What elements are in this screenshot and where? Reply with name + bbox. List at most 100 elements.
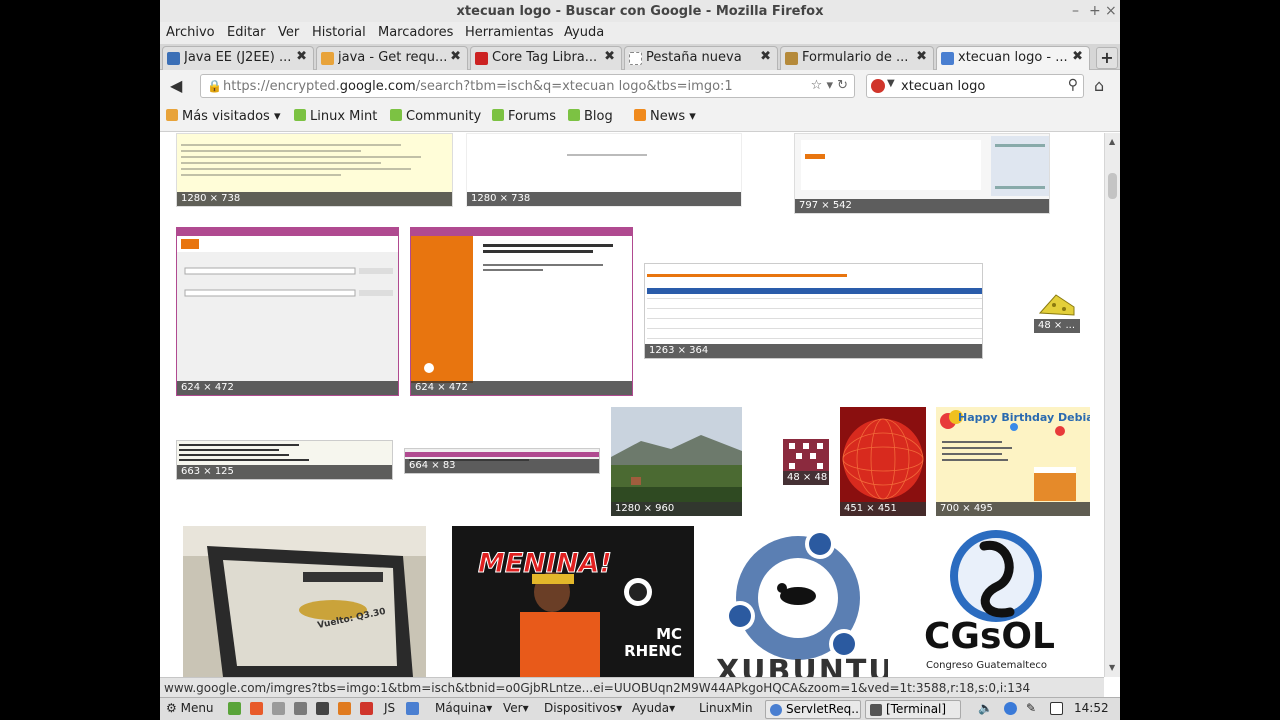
search-icon[interactable]: ⚲	[1068, 77, 1078, 93]
battery-icon[interactable]	[1050, 702, 1063, 715]
launcher-icon[interactable]	[360, 702, 373, 715]
home-icon[interactable]: ⌂	[1094, 76, 1104, 95]
pen-icon[interactable]	[406, 702, 419, 715]
task-servlet-request[interactable]: ServletReq...	[765, 700, 861, 719]
tab-java-ee[interactable]: Java EE (J2EE) ... ✖	[162, 46, 314, 70]
image-result[interactable]: 48 × 48	[783, 439, 829, 485]
bookmark-linux-mint[interactable]: Linux Mint	[294, 109, 377, 124]
menu-archivo[interactable]: Archivo	[166, 25, 215, 40]
title-bar: xtecuan logo - Buscar con Google - Mozil…	[160, 0, 1120, 24]
image-result[interactable]: MENINA! MC RHENC	[452, 526, 694, 677]
red-sphere-image	[842, 418, 924, 500]
network-icon[interactable]: ✎	[1026, 701, 1036, 715]
task-linuxmint[interactable]: LinuxMin	[699, 701, 753, 715]
menu-ayuda[interactable]: Ayuda	[564, 25, 604, 40]
back-arrow-icon[interactable]: ◀	[170, 76, 182, 95]
webpage-preview	[801, 136, 1049, 196]
chevron-down-icon[interactable]: ▼	[887, 78, 895, 89]
image-result[interactable]: 48 × ...	[1034, 289, 1080, 333]
scroll-up-icon[interactable]: ▲	[1109, 137, 1115, 146]
google-engine-icon[interactable]	[871, 79, 885, 93]
app-icon	[770, 704, 782, 716]
firefox-icon[interactable]	[338, 702, 351, 715]
tab-label: Pestaña nueva	[646, 50, 742, 65]
scroll-down-icon[interactable]: ▼	[1109, 663, 1115, 672]
tab-java-get-request[interactable]: java - Get requ... ✖	[316, 46, 468, 70]
tab-favicon-icon	[785, 52, 798, 65]
bookmark-forums[interactable]: Forums	[492, 109, 556, 124]
image-result[interactable]: 624 × 472	[410, 227, 633, 396]
bookmark-news[interactable]: News ▾	[634, 109, 696, 124]
tab-new-tab[interactable]: Pestaña nueva ✖	[624, 46, 778, 70]
minimize-button[interactable]: –	[1072, 3, 1079, 19]
launcher-icon[interactable]	[250, 702, 263, 715]
bookmark-label: Blog	[584, 109, 613, 124]
terminal-icon[interactable]	[316, 702, 329, 715]
maximize-button[interactable]: +	[1089, 3, 1101, 19]
image-result[interactable]: 1280 × 738	[466, 133, 742, 207]
tab-formulario[interactable]: Formulario de ... ✖	[780, 46, 934, 70]
image-result[interactable]: XUBUNTU	[712, 526, 888, 677]
image-result[interactable]: 1280 × 960	[611, 407, 742, 516]
image-result[interactable]: 1263 × 364	[644, 263, 983, 359]
tab-xtecuan-logo[interactable]: xtecuan logo - ... ✖	[936, 46, 1090, 71]
launcher-icon[interactable]	[294, 702, 307, 715]
close-window-button[interactable]: ×	[1105, 3, 1117, 19]
pos-terminal-photo	[183, 526, 426, 677]
new-tab-button[interactable]: +	[1096, 47, 1118, 69]
menu-herramientas[interactable]: Herramientas	[465, 25, 554, 40]
start-menu-button[interactable]: ⚙ Menu	[166, 701, 214, 715]
poster-title: MENINA!	[478, 548, 613, 580]
search-input[interactable]: xtecuan logo	[901, 79, 985, 94]
image-dimensions: 451 × 451	[840, 502, 926, 516]
image-result[interactable]: 451 × 451	[840, 407, 926, 516]
js-label: JS	[384, 701, 396, 715]
vertical-scrollbar[interactable]: ▲ ▼	[1104, 133, 1120, 677]
tab-label: Java EE (J2EE) ...	[184, 50, 292, 65]
tab-favicon-icon	[321, 52, 334, 65]
bookmark-blog[interactable]: Blog	[568, 109, 613, 124]
bookmark-star-icon[interactable]: ☆ ▾ ↻	[811, 78, 848, 93]
bookmark-most-visited[interactable]: Más visitados ▾	[166, 109, 280, 124]
bookmark-community[interactable]: Community	[390, 109, 481, 124]
tab-close-icon[interactable]: ✖	[296, 49, 307, 64]
tab-core-tag-library[interactable]: Core Tag Libra... ✖	[470, 46, 622, 70]
menu-historial[interactable]: Historial	[312, 25, 366, 40]
tab-close-icon[interactable]: ✖	[1072, 49, 1083, 64]
vbox-menu-dispositivos[interactable]: Dispositivos▾	[544, 701, 622, 715]
image-result[interactable]: 664 × 83	[404, 448, 600, 474]
menu-marcadores[interactable]: Marcadores	[378, 25, 453, 40]
image-result[interactable]: Happy Birthday Debian! 700 × 495	[936, 407, 1090, 516]
show-desktop-icon[interactable]	[228, 702, 241, 715]
vbox-menu-ver[interactable]: Ver▾	[503, 701, 529, 715]
image-result[interactable]: 797 × 542	[794, 133, 1050, 214]
image-result[interactable]: 1280 × 738	[176, 133, 453, 207]
url-text[interactable]: https://encrypted.google.com/search?tbm=…	[223, 79, 733, 94]
menu-ver[interactable]: Ver	[278, 25, 299, 40]
mint-icon	[568, 109, 580, 121]
image-result[interactable]: 624 × 472	[176, 227, 399, 396]
menu-editar[interactable]: Editar	[227, 25, 266, 40]
menu-bar: Archivo Editar Ver Historial Marcadores …	[160, 22, 1120, 44]
bookmark-label: Community	[406, 109, 482, 124]
scrollbar-thumb[interactable]	[1108, 173, 1117, 199]
tab-close-icon[interactable]: ✖	[604, 49, 615, 64]
volume-icon[interactable]: 🔈	[978, 701, 993, 715]
tab-close-icon[interactable]: ✖	[916, 49, 927, 64]
task-terminal[interactable]: [Terminal]	[865, 700, 961, 719]
image-result[interactable]: Vuelto: Q3.30	[183, 526, 426, 677]
search-box[interactable]: ▼ xtecuan logo ⚲	[866, 74, 1084, 98]
shield-icon[interactable]	[1004, 702, 1017, 715]
image-dimensions: 664 × 83	[405, 459, 599, 473]
url-bar[interactable]: 🔒 https://encrypted.google.com/search?tb…	[200, 74, 855, 98]
download-page-preview	[647, 274, 982, 339]
image-dimensions: 1280 × 960	[611, 502, 742, 516]
poster-artist: MC RHENC	[624, 625, 682, 660]
tab-close-icon[interactable]: ✖	[450, 49, 461, 64]
tab-close-icon[interactable]: ✖	[760, 49, 771, 64]
vbox-menu-maquina[interactable]: Máquina▾	[435, 701, 492, 715]
launcher-icon[interactable]	[272, 702, 285, 715]
vbox-menu-ayuda[interactable]: Ayuda▾	[632, 701, 675, 715]
image-result[interactable]: 663 × 125	[176, 440, 393, 480]
image-result[interactable]: CGsOL Congreso Guatemalteco	[914, 526, 1076, 677]
